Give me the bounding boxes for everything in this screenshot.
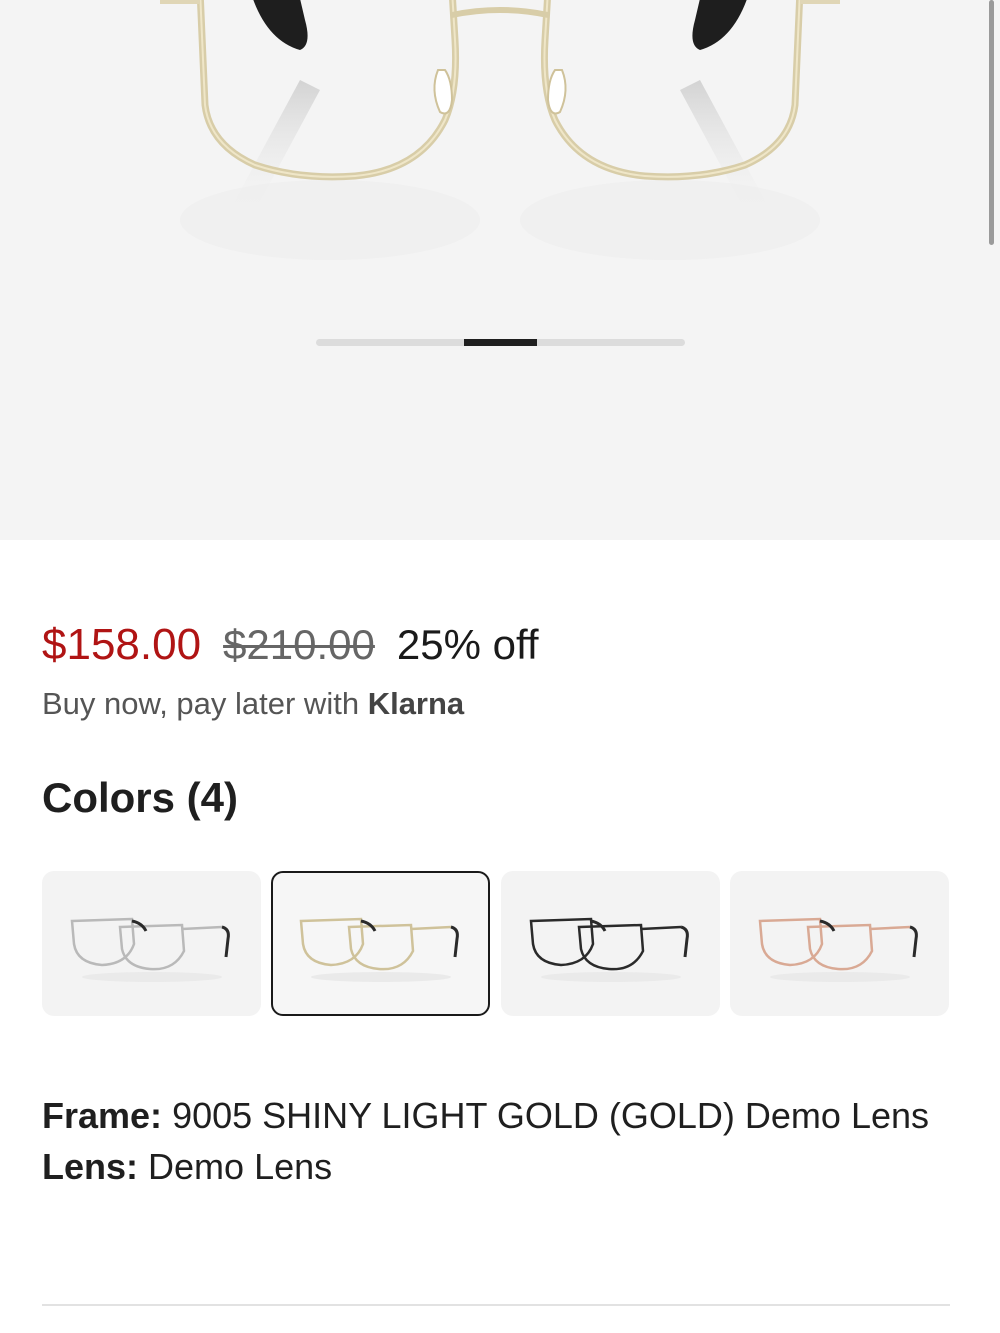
swatch-glasses-image <box>70 917 230 982</box>
frame-detail: Frame: 9005 SHINY LIGHT GOLD (GOLD) Demo… <box>42 1090 942 1141</box>
product-image-carousel[interactable] <box>0 0 1000 540</box>
swatch-glasses-image <box>758 917 918 982</box>
klarna-message[interactable]: Buy now, pay later with Klarna <box>42 686 464 722</box>
carousel-progress-track <box>316 339 685 346</box>
product-image <box>160 0 840 260</box>
lens-value: Demo Lens <box>148 1146 333 1187</box>
color-swatch-silver[interactable] <box>42 871 261 1016</box>
swatch-glasses-image <box>529 917 689 982</box>
carousel-progress-thumb <box>464 339 537 346</box>
klarna-brand: Klarna <box>367 686 465 721</box>
discount-label: 25% off <box>396 621 539 668</box>
product-details: Frame: 9005 SHINY LIGHT GOLD (GOLD) Demo… <box>42 1090 942 1192</box>
colors-heading: Colors (4) <box>42 774 239 821</box>
klarna-text: Buy now, pay later with <box>42 686 360 721</box>
frame-value: 9005 SHINY LIGHT GOLD (GOLD) Demo Lens <box>172 1095 930 1136</box>
lens-label: Lens: <box>42 1146 139 1187</box>
color-swatch-black[interactable] <box>501 871 720 1016</box>
original-price: $210.00 <box>223 621 375 668</box>
price-row: $158.00 $210.00 25% off <box>42 620 539 676</box>
swatch-glasses-image <box>299 917 459 982</box>
scrollbar[interactable] <box>989 0 994 245</box>
divider <box>42 1304 950 1306</box>
color-swatches <box>42 871 950 1016</box>
lens-detail: Lens: Demo Lens <box>42 1141 942 1192</box>
frame-label: Frame: <box>42 1095 163 1136</box>
color-swatch-gold[interactable] <box>271 871 490 1016</box>
sale-price: $158.00 <box>42 620 202 669</box>
color-swatch-rose-gold[interactable] <box>730 871 949 1016</box>
